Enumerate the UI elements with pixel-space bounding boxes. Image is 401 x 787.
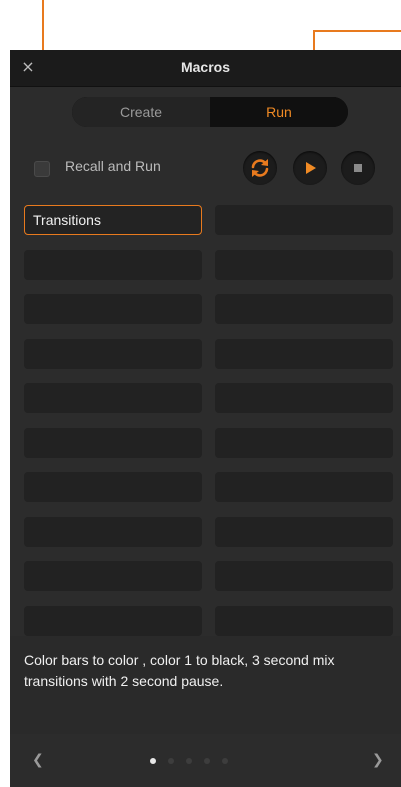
macro-slot[interactable] (24, 605, 202, 636)
title-bar: × Macros (10, 50, 401, 87)
tab-create[interactable]: Create (72, 97, 210, 127)
macro-slot[interactable] (215, 516, 393, 547)
pager-dot[interactable] (168, 758, 174, 764)
macro-slot[interactable] (215, 427, 393, 458)
stop-icon (354, 164, 362, 172)
pager-dot[interactable] (150, 758, 156, 764)
panel-title: Macros (180, 59, 231, 75)
macro-slot[interactable] (24, 561, 202, 591)
loop-icon (251, 159, 269, 177)
macro-slot[interactable] (215, 472, 393, 502)
recall-and-run-label: Recall and Run (65, 158, 161, 174)
macro-slot[interactable] (215, 338, 393, 369)
stop-button[interactable] (341, 151, 375, 185)
macro-slot[interactable] (215, 294, 393, 324)
macro-slot[interactable] (24, 427, 202, 458)
macro-slot[interactable] (215, 561, 393, 591)
macro-slot[interactable] (24, 294, 202, 324)
pager-dot[interactable] (204, 758, 210, 764)
macro-slot[interactable] (24, 383, 202, 413)
pager-dot[interactable] (222, 758, 228, 764)
chevron-right-icon[interactable]: ❯ (372, 752, 384, 768)
macro-slot[interactable] (24, 249, 202, 280)
macro-slot[interactable] (215, 205, 393, 235)
macros-panel: × Macros Create Run Recall and Run Trans… (10, 50, 401, 787)
mode-switch: Create Run (72, 97, 348, 127)
play-button[interactable] (293, 151, 327, 185)
macro-description-box: Color bars to color , color 1 to black, … (10, 636, 401, 734)
pager: ❮ ❯ (10, 740, 401, 780)
macro-slot[interactable] (215, 605, 393, 636)
pager-dot[interactable] (186, 758, 192, 764)
recall-and-run-checkbox[interactable] (34, 161, 50, 177)
macro-slot[interactable] (215, 249, 393, 280)
play-icon (306, 162, 316, 174)
macro-slot[interactable] (24, 516, 202, 547)
macro-description: Color bars to color , color 1 to black, … (24, 652, 335, 689)
tab-run[interactable]: Run (210, 97, 348, 127)
loop-button[interactable] (243, 151, 277, 185)
macro-slot[interactable]: Transitions (24, 205, 202, 235)
chevron-left-icon[interactable]: ❮ (32, 752, 44, 768)
macro-slot[interactable] (24, 472, 202, 502)
macro-slot[interactable] (215, 383, 393, 413)
macro-slot[interactable] (24, 338, 202, 369)
